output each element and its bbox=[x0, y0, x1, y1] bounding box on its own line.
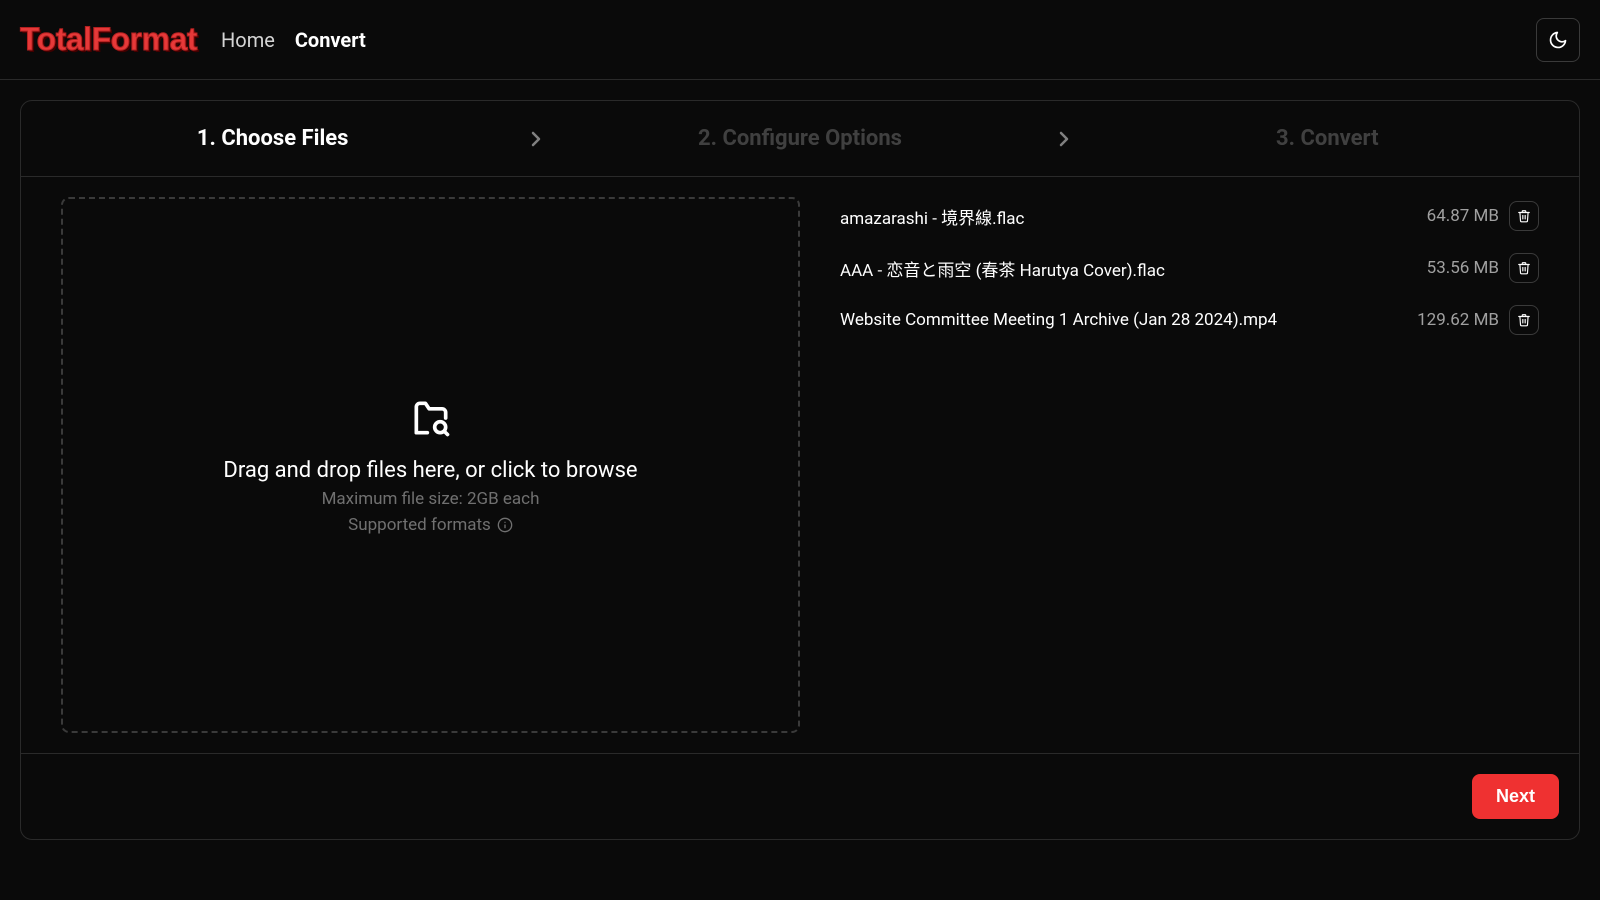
dropzone-wrap: Drag and drop files here, or click to br… bbox=[21, 177, 800, 753]
logo[interactable]: TotalFormat bbox=[20, 21, 197, 58]
file-size: 53.56 MB bbox=[1427, 258, 1499, 278]
dropzone-formats: Supported formats bbox=[348, 515, 513, 535]
dropzone-main-text: Drag and drop files here, or click to br… bbox=[223, 458, 637, 483]
chevron-right-icon bbox=[1052, 127, 1076, 151]
file-row: amazarashi - 境界線.flac 64.87 MB bbox=[840, 197, 1539, 235]
stepper: 1. Choose Files 2. Configure Options 3. … bbox=[21, 101, 1579, 177]
trash-icon bbox=[1517, 261, 1531, 275]
dropzone-formats-label: Supported formats bbox=[348, 515, 491, 535]
chevron-right-icon bbox=[524, 127, 548, 151]
card-footer: Next bbox=[21, 753, 1579, 839]
trash-icon bbox=[1517, 209, 1531, 223]
file-name: Website Committee Meeting 1 Archive (Jan… bbox=[840, 310, 1277, 330]
next-button[interactable]: Next bbox=[1472, 774, 1559, 819]
file-right: 64.87 MB bbox=[1427, 201, 1539, 231]
dropzone[interactable]: Drag and drop files here, or click to br… bbox=[61, 197, 800, 733]
main-container: 1. Choose Files 2. Configure Options 3. … bbox=[0, 80, 1600, 860]
trash-icon bbox=[1517, 313, 1531, 327]
file-list: amazarashi - 境界線.flac 64.87 MB AAA - 恋音と… bbox=[800, 177, 1579, 753]
file-row: AAA - 恋音と雨空 (春茶 Harutya Cover).flac 53.5… bbox=[840, 249, 1539, 287]
dropzone-max-text: Maximum file size: 2GB each bbox=[322, 489, 540, 509]
theme-toggle-button[interactable] bbox=[1536, 18, 1580, 62]
file-right: 53.56 MB bbox=[1427, 253, 1539, 283]
folder-search-icon bbox=[409, 396, 453, 440]
moon-icon bbox=[1548, 30, 1568, 50]
delete-file-button[interactable] bbox=[1509, 305, 1539, 335]
header-left: TotalFormat Home Convert bbox=[20, 21, 366, 58]
file-right: 129.62 MB bbox=[1417, 305, 1539, 335]
file-size: 64.87 MB bbox=[1427, 206, 1499, 226]
step-convert: 3. Convert bbox=[1076, 126, 1579, 151]
delete-file-button[interactable] bbox=[1509, 253, 1539, 283]
card: 1. Choose Files 2. Configure Options 3. … bbox=[20, 100, 1580, 840]
file-size: 129.62 MB bbox=[1417, 310, 1499, 330]
file-name: AAA - 恋音と雨空 (春茶 Harutya Cover).flac bbox=[840, 256, 1165, 281]
nav-convert[interactable]: Convert bbox=[295, 28, 366, 52]
header: TotalFormat Home Convert bbox=[0, 0, 1600, 80]
delete-file-button[interactable] bbox=[1509, 201, 1539, 231]
file-row: Website Committee Meeting 1 Archive (Jan… bbox=[840, 301, 1539, 339]
step-choose-files: 1. Choose Files bbox=[21, 126, 524, 151]
nav: Home Convert bbox=[221, 28, 366, 52]
file-name: amazarashi - 境界線.flac bbox=[840, 204, 1024, 229]
logo-text: TotalFormat bbox=[20, 21, 197, 58]
card-body: Drag and drop files here, or click to br… bbox=[21, 177, 1579, 753]
step-configure-options: 2. Configure Options bbox=[548, 126, 1051, 151]
nav-home[interactable]: Home bbox=[221, 28, 275, 52]
info-icon[interactable] bbox=[497, 517, 513, 533]
